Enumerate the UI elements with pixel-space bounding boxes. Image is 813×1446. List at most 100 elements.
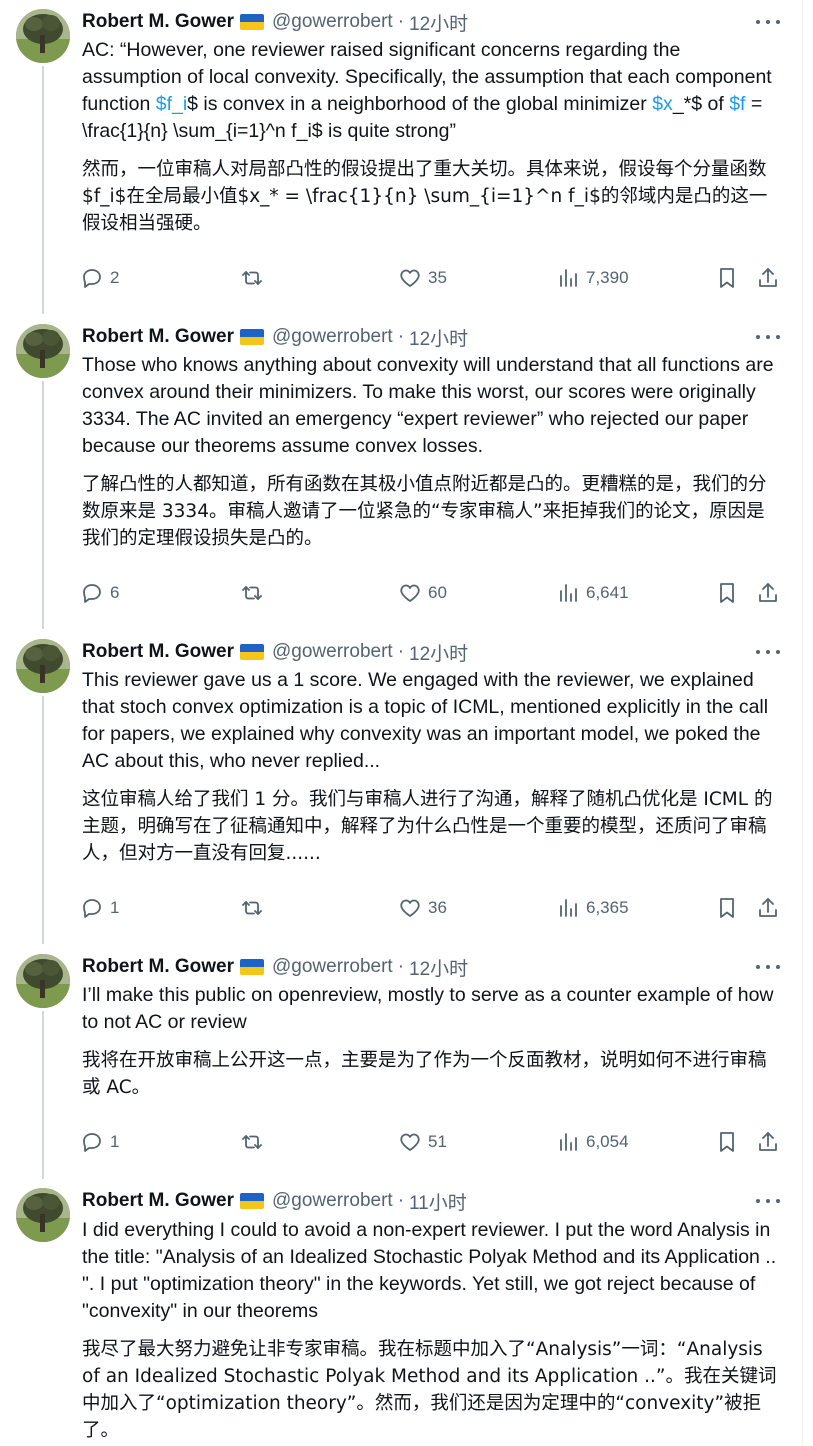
author-handle[interactable]: @gowerrobert	[272, 326, 393, 348]
like-button[interactable]: 51	[398, 1127, 447, 1157]
author-name[interactable]: Robert M. Gower	[82, 11, 234, 33]
author-handle[interactable]: @gowerrobert	[272, 11, 393, 33]
views-count: 6,641	[586, 583, 629, 602]
avatar[interactable]	[16, 9, 70, 63]
avatar[interactable]	[16, 324, 70, 378]
views-count: 6,365	[586, 898, 629, 917]
ukraine-flag-icon	[240, 959, 265, 975]
reply-icon	[83, 1133, 101, 1152]
reply-icon	[83, 584, 101, 603]
avatar-tree-photo	[16, 324, 70, 378]
more-icon[interactable]	[756, 959, 780, 975]
views-button[interactable]: 6,365	[556, 893, 629, 923]
avatar[interactable]	[16, 1188, 70, 1242]
author-name[interactable]: Robert M. Gower	[82, 956, 234, 978]
tweet-text-en: This reviewer gave us a 1 score. We enga…	[82, 669, 769, 772]
like-count: 36	[428, 898, 447, 917]
views-button[interactable]: 7,390	[556, 263, 629, 293]
reply-icon	[83, 899, 101, 918]
reply-button[interactable]: 1	[80, 893, 119, 923]
ukraine-flag-icon	[240, 1193, 265, 1209]
reply-count: 1	[110, 1132, 120, 1151]
retweet-button[interactable]	[240, 578, 270, 608]
like-count: 51	[428, 1132, 447, 1151]
tweet[interactable]: Robert M. Gower @gowerrobert · 12小时 This…	[0, 630, 800, 945]
author-handle[interactable]: @gowerrobert	[272, 1190, 393, 1212]
bookmark-icon	[720, 1132, 734, 1152]
more-icon[interactable]	[756, 14, 780, 30]
cashtag-link[interactable]: $x	[652, 93, 673, 115]
more-icon[interactable]	[756, 1193, 780, 1209]
bookmark-button[interactable]	[715, 893, 739, 923]
cashtag-link[interactable]: $f_i	[156, 93, 187, 115]
avatar[interactable]	[16, 954, 70, 1008]
heart-icon	[400, 584, 420, 602]
tweet[interactable]: Robert M. Gower @gowerrobert · 12小时 Thos…	[0, 315, 800, 630]
timeline-border	[802, 0, 803, 1446]
share-icon	[759, 583, 777, 602]
bookmark-button[interactable]	[715, 263, 739, 293]
share-button[interactable]	[756, 263, 780, 293]
cashtag-link[interactable]: $f	[729, 93, 745, 115]
views-icon	[560, 584, 577, 602]
timestamp[interactable]: 12小时	[409, 954, 468, 981]
heart-icon	[400, 1133, 420, 1151]
author-name[interactable]: Robert M. Gower	[82, 326, 234, 348]
share-button[interactable]	[756, 1127, 780, 1157]
tweet-text-en: I did everything I could to avoid a non-…	[82, 1219, 777, 1322]
more-icon[interactable]	[756, 329, 780, 345]
reply-button[interactable]: 6	[80, 578, 119, 608]
tweet-translation-zh: 我尽了最大努力避免让非专家审稿。我在标题中加入了“Analysis”一词：“An…	[82, 1339, 777, 1441]
author-name[interactable]: Robert M. Gower	[82, 641, 234, 663]
tweet-actions: 1 36 6,365	[80, 893, 780, 923]
tweet-translation-zh: 我将在开放审稿上公开这一点，主要是为了作为一个反面教材，说明如何不进行审稿或 A…	[82, 1050, 767, 1098]
share-button[interactable]	[756, 893, 780, 923]
avatar[interactable]	[16, 639, 70, 693]
timestamp[interactable]: 12小时	[409, 324, 468, 351]
tweet-actions: 2 35 7,390	[80, 263, 780, 293]
ukraine-flag-icon	[240, 14, 265, 30]
retweet-icon	[242, 1135, 262, 1149]
tweet[interactable]: Robert M. Gower @gowerrobert · 11小时 I di…	[0, 1179, 800, 1446]
like-count: 35	[428, 268, 447, 287]
tweet[interactable]: Robert M. Gower @gowerrobert · 12小时 AC: …	[0, 0, 800, 315]
views-button[interactable]: 6,641	[556, 578, 629, 608]
retweet-icon	[242, 901, 262, 915]
reply-count: 1	[110, 898, 120, 917]
like-button[interactable]: 35	[398, 263, 447, 293]
avatar-tree-photo	[16, 9, 70, 63]
views-icon	[560, 899, 577, 917]
like-button[interactable]: 60	[398, 578, 447, 608]
author-name[interactable]: Robert M. Gower	[82, 1190, 234, 1212]
retweet-button[interactable]	[240, 1127, 270, 1157]
like-button[interactable]: 36	[398, 893, 447, 923]
reply-icon	[83, 269, 101, 288]
bookmark-button[interactable]	[715, 1127, 739, 1157]
timestamp[interactable]: 11小时	[409, 1188, 467, 1215]
tweet-header: Robert M. Gower @gowerrobert · 12小时	[82, 954, 468, 980]
retweet-icon	[242, 586, 262, 600]
tweet[interactable]: Robert M. Gower @gowerrobert · 12小时 I’ll…	[0, 945, 800, 1180]
share-button[interactable]	[756, 578, 780, 608]
views-button[interactable]: 6,054	[556, 1127, 629, 1157]
share-icon	[759, 1132, 777, 1151]
bookmark-button[interactable]	[715, 578, 739, 608]
author-handle[interactable]: @gowerrobert	[272, 641, 393, 663]
bookmark-icon	[720, 268, 734, 288]
avatar-tree-photo	[16, 1188, 70, 1242]
author-handle[interactable]: @gowerrobert	[272, 956, 393, 978]
reply-button[interactable]: 2	[80, 263, 119, 293]
tweet-text-en: AC: “However, one reviewer raised signif…	[82, 39, 772, 142]
reply-button[interactable]: 1	[80, 1127, 119, 1157]
timestamp[interactable]: 12小时	[409, 639, 468, 666]
tweet-header: Robert M. Gower @gowerrobert · 12小时	[82, 9, 468, 35]
tweet-translation-zh: 然而，一位审稿人对局部凸性的假设提出了重大关切。具体来说，假设每个分量函数$f_…	[82, 159, 768, 234]
timestamp[interactable]: 12小时	[409, 9, 468, 36]
more-icon[interactable]	[756, 644, 780, 660]
share-icon	[759, 268, 777, 287]
heart-icon	[400, 269, 420, 287]
retweet-button[interactable]	[240, 263, 270, 293]
retweet-button[interactable]	[240, 893, 270, 923]
avatar-tree-photo	[16, 954, 70, 1008]
tweet-header: Robert M. Gower @gowerrobert · 12小时	[82, 639, 468, 665]
